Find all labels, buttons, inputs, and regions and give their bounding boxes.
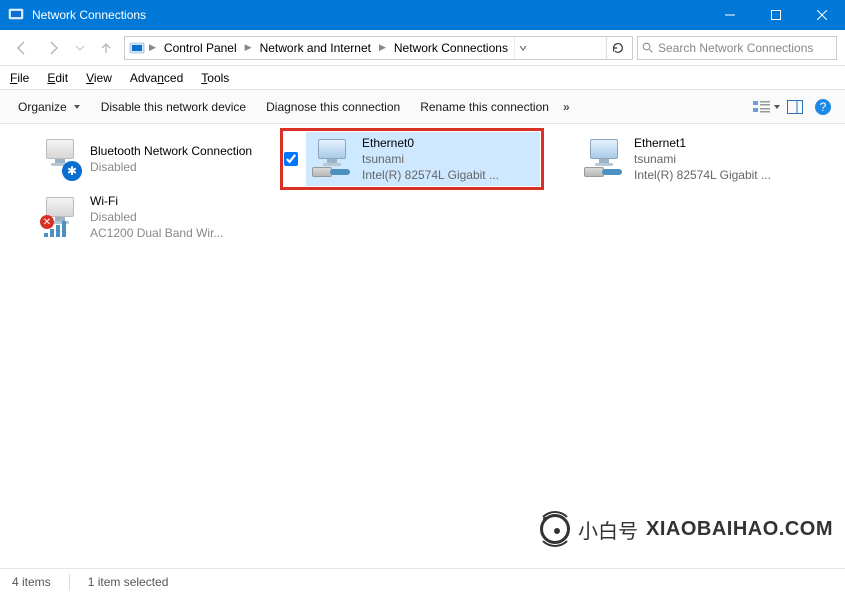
command-bar: Organize Disable this network device Dia… — [0, 90, 845, 124]
divider — [69, 574, 70, 590]
search-placeholder: Search Network Connections — [658, 41, 813, 55]
connection-status: tsunami — [634, 151, 771, 167]
window-app-icon — [8, 7, 24, 23]
search-icon — [642, 42, 654, 54]
connection-device: Intel(R) 82574L Gigabit ... — [362, 167, 499, 183]
connection-status: Disabled — [90, 159, 252, 175]
status-item-count: 4 items — [12, 575, 51, 589]
menu-edit[interactable]: Edit — [45, 69, 70, 87]
preview-pane-button[interactable] — [781, 93, 809, 121]
menu-file[interactable]: File — [8, 69, 31, 87]
location-icon — [129, 40, 145, 56]
ethernet-adapter-icon — [310, 137, 354, 181]
connection-name: Ethernet0 — [362, 135, 499, 151]
window-title: Network Connections — [32, 8, 707, 22]
menu-tools[interactable]: Tools — [199, 69, 231, 87]
connection-name: Ethernet1 — [634, 135, 771, 151]
rename-button[interactable]: Rename this connection — [410, 96, 559, 118]
breadcrumb-item[interactable]: Network Connections — [390, 37, 512, 59]
connection-device: Intel(R) 82574L Gigabit ... — [634, 167, 771, 183]
connection-item-ethernet0[interactable]: Ethernet0 tsunami Intel(R) 82574L Gigabi… — [282, 130, 542, 188]
checkbox[interactable] — [284, 152, 298, 166]
menu-view[interactable]: View — [84, 69, 114, 87]
status-bar: 4 items 1 item selected — [0, 568, 845, 594]
address-dropdown-button[interactable] — [514, 37, 532, 59]
menu-advanced[interactable]: Advanced — [128, 69, 185, 87]
chevron-right-icon[interactable]: ▶ — [377, 42, 388, 53]
connection-item-wifi[interactable]: ✕ Wi-Fi Disabled AC1200 Dual Band Wir... — [10, 188, 270, 246]
maximize-button[interactable] — [753, 0, 799, 30]
search-input[interactable]: Search Network Connections — [637, 36, 837, 60]
ethernet-adapter-icon — [582, 137, 626, 181]
nav-up-button[interactable] — [92, 34, 120, 62]
diagnose-button[interactable]: Diagnose this connection — [256, 96, 410, 118]
connection-status: tsunami — [362, 151, 499, 167]
view-options-button[interactable] — [753, 93, 781, 121]
disable-device-button[interactable]: Disable this network device — [91, 96, 256, 118]
close-button[interactable] — [799, 0, 845, 30]
nav-back-button[interactable] — [8, 34, 36, 62]
organize-button[interactable]: Organize — [8, 96, 91, 118]
help-button[interactable]: ? — [809, 93, 837, 121]
chevron-right-icon[interactable]: ▶ — [243, 42, 254, 53]
connection-status: Disabled — [90, 209, 223, 225]
connection-name: Bluetooth Network Connection — [90, 143, 252, 159]
connection-name: Wi-Fi — [90, 193, 223, 209]
connection-item-bluetooth[interactable]: ✱ Bluetooth Network Connection Disabled — [10, 130, 270, 188]
connection-item-ethernet1[interactable]: Ethernet1 tsunami Intel(R) 82574L Gigabi… — [554, 130, 814, 188]
status-selected-count: 1 item selected — [88, 575, 169, 589]
address-row: ▶ Control Panel ▶ Network and Internet ▶… — [0, 30, 845, 66]
refresh-button[interactable] — [606, 37, 628, 59]
address-bar[interactable]: ▶ Control Panel ▶ Network and Internet ▶… — [124, 36, 633, 60]
nav-history-button[interactable] — [72, 34, 88, 62]
connection-device: AC1200 Dual Band Wir... — [90, 225, 223, 241]
title-bar: Network Connections — [0, 0, 845, 30]
minimize-button[interactable] — [707, 0, 753, 30]
bluetooth-adapter-icon: ✱ — [38, 137, 82, 181]
connections-list: ✱ Bluetooth Network Connection Disabled … — [0, 124, 845, 568]
toolbar-overflow-button[interactable]: » — [559, 100, 574, 114]
nav-forward-button[interactable] — [40, 34, 68, 62]
chevron-right-icon[interactable]: ▶ — [147, 42, 158, 53]
breadcrumb-item[interactable]: Control Panel — [160, 37, 241, 59]
wifi-adapter-icon: ✕ — [38, 195, 82, 239]
breadcrumb-item[interactable]: Network and Internet — [256, 37, 375, 59]
menu-bar: File Edit View Advanced Tools — [0, 66, 845, 90]
svg-text:?: ? — [820, 100, 827, 114]
